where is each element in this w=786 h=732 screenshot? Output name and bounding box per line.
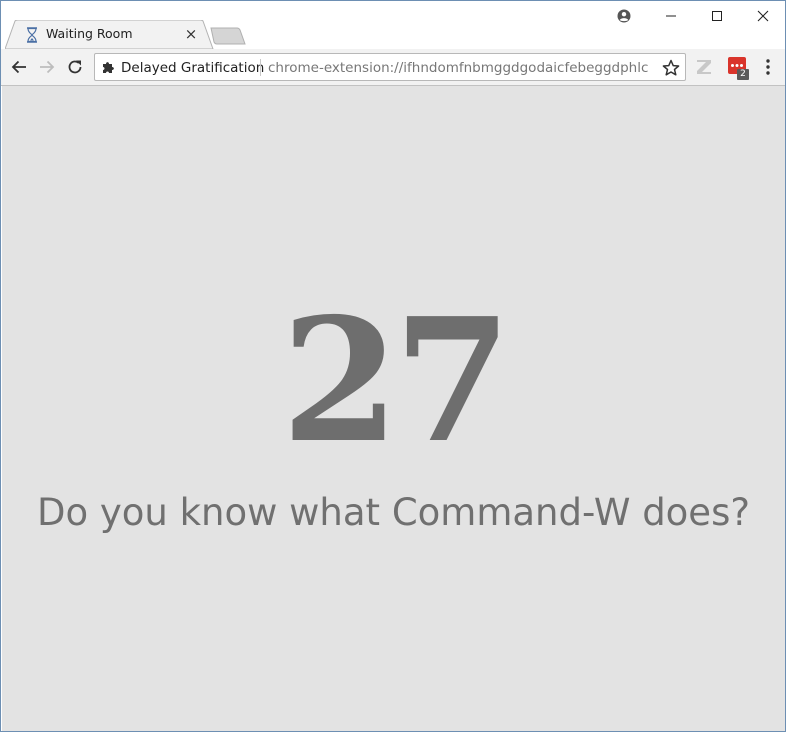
minimize-button[interactable]	[648, 1, 694, 31]
tab-close-icon[interactable]: ×	[183, 26, 199, 42]
site-name: Delayed Gratification	[121, 60, 265, 76]
tab-title: Waiting Room	[46, 26, 133, 41]
bookmark-star-icon[interactable]	[661, 58, 681, 78]
forward-button[interactable]	[35, 55, 59, 79]
browser-window: Waiting Room × Delayed Gratification chr…	[0, 0, 786, 732]
maximize-button[interactable]	[694, 1, 740, 31]
password-extension-icon[interactable]: 2	[727, 57, 751, 81]
extension-badge: 2	[740, 69, 746, 79]
new-tab-button[interactable]	[209, 27, 247, 45]
reload-icon	[68, 60, 82, 74]
url-text[interactable]: chrome-extension://ifhndomfnbmggdgodaicf…	[268, 60, 648, 76]
address-bar[interactable]: Delayed Gratification chrome-extension:/…	[94, 53, 686, 81]
waiting-message: Do you know what Command-W does?	[37, 491, 750, 534]
page-content: 27 Do you know what Command-W does?	[2, 86, 785, 731]
hourglass-icon	[27, 27, 37, 43]
forward-arrow-icon	[40, 60, 55, 74]
z-extension-icon[interactable]	[695, 58, 713, 76]
countdown-number: 27	[281, 281, 512, 481]
menu-kebab-icon[interactable]	[759, 57, 777, 77]
close-window-button[interactable]	[740, 1, 786, 31]
omnibox-divider	[260, 59, 261, 76]
back-button[interactable]	[7, 55, 31, 79]
puzzle-piece-icon	[103, 62, 114, 73]
back-arrow-icon	[11, 60, 26, 74]
profile-icon[interactable]	[601, 1, 647, 31]
toolbar: Delayed Gratification chrome-extension:/…	[1, 49, 785, 86]
tab-strip: Waiting Room ×	[1, 1, 785, 49]
reload-button[interactable]	[63, 55, 87, 79]
